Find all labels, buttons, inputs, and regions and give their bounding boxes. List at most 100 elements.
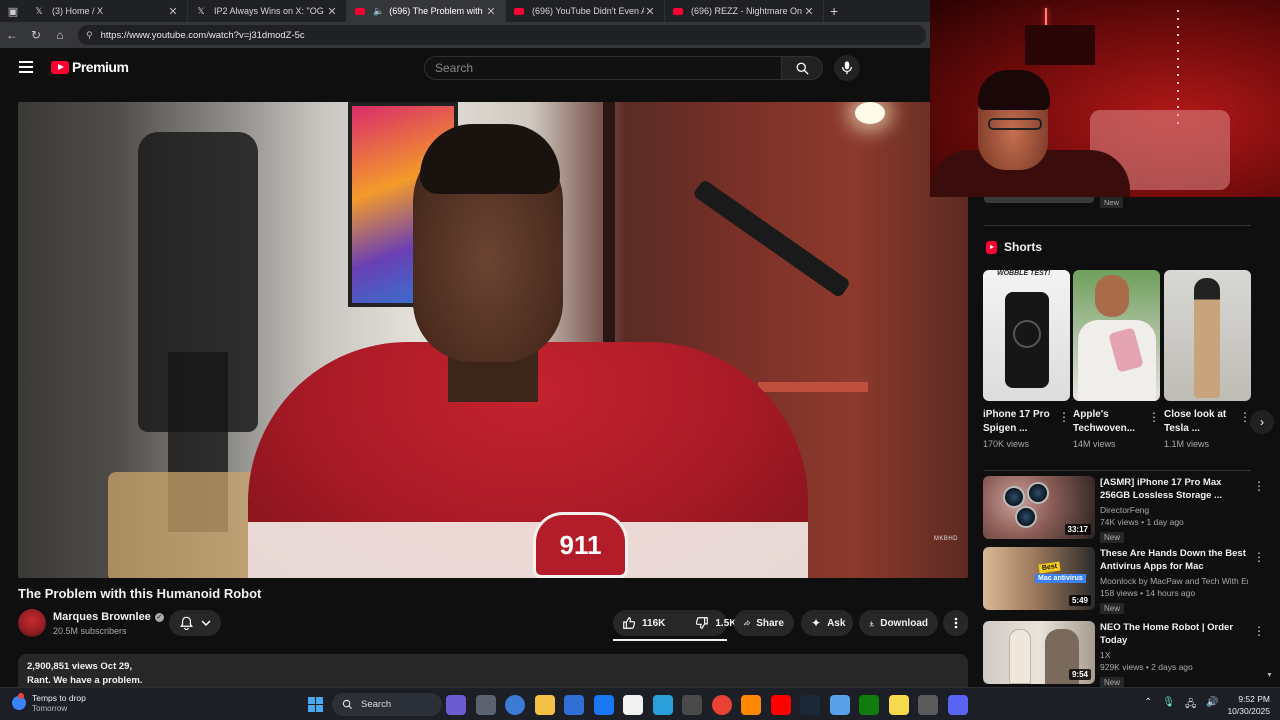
duration-badge: 9:54	[1068, 669, 1091, 680]
home-icon[interactable]: ⌂	[48, 28, 72, 42]
file-explorer-icon[interactable]	[534, 695, 555, 715]
store-icon[interactable]	[564, 695, 584, 715]
settings-icon[interactable]	[829, 695, 850, 715]
xbox-icon[interactable]	[859, 695, 879, 715]
menu-icon[interactable]	[19, 61, 33, 73]
duration-badge: 33:17	[1064, 524, 1091, 535]
short-title[interactable]: iPhone 17 Pro Spigen ...	[983, 408, 1053, 436]
short-views: 1.1M views	[1164, 439, 1210, 449]
tab-actions-icon[interactable]: ▣	[0, 0, 26, 22]
browser-tab-home-x[interactable]: 𝕏 (3) Home / X ✕	[26, 0, 188, 22]
speaker-icon[interactable]: 🔈	[373, 6, 384, 17]
voice-search-button[interactable]	[834, 55, 860, 81]
close-tab-icon[interactable]: ✕	[167, 5, 179, 18]
video-info: These Are Hands Down the Best Antivirus …	[1100, 547, 1248, 616]
short-item[interactable]: Apple's Techwoven... 14M views ⋮	[1073, 270, 1160, 449]
weather-widget[interactable]: Temps to drop Tomorrow	[12, 693, 86, 713]
edge-icon[interactable]	[652, 695, 673, 715]
obs-icon[interactable]	[918, 695, 938, 715]
short-item[interactable]: Close look at Tesla ... 1.1M views ⋮	[1164, 270, 1251, 449]
duration-badge: 5:49	[1068, 595, 1091, 606]
short-title[interactable]: Apple's Techwoven...	[1073, 408, 1143, 436]
close-tab-icon[interactable]: ✕	[485, 5, 497, 18]
short-thumbnail[interactable]: WOBBLE TEST!	[983, 270, 1070, 401]
logo-text: Premium	[72, 59, 129, 75]
amazon-icon[interactable]	[623, 695, 643, 715]
site-info-icon[interactable]: ⚲	[86, 30, 93, 41]
share-button[interactable]: Share	[734, 610, 794, 636]
search-box[interactable]	[424, 56, 782, 80]
chevron-right-icon[interactable]: ›	[1250, 410, 1274, 434]
recommended-video[interactable]: 33:17 [ASMR] iPhone 17 Pro Max 256GB Los…	[983, 476, 1265, 543]
network-icon[interactable]: 🖧	[1185, 697, 1196, 714]
more-vertical-icon[interactable]: ⋮	[1148, 410, 1160, 424]
discord-icon[interactable]	[947, 695, 968, 715]
vlc-icon[interactable]	[741, 695, 761, 715]
video-player[interactable]: 911 MKBHD	[18, 102, 968, 578]
new-tab-icon[interactable]: +	[830, 3, 838, 19]
search-button[interactable]	[781, 56, 823, 80]
channel-avatar[interactable]	[18, 609, 46, 637]
recommended-video[interactable]: 9:54 NEO The Home Robot | Order Today 1X…	[983, 621, 1265, 687]
taskbar-search[interactable]: Search	[332, 693, 442, 716]
steam-icon[interactable]	[800, 695, 820, 715]
browser-tab-rezz[interactable]: (696) REZZ - Nightmare On Rezz ✕	[665, 0, 824, 22]
calculator-icon[interactable]	[682, 695, 702, 715]
ask-button[interactable]: ✦ Ask	[801, 610, 853, 636]
close-tab-icon[interactable]: ✕	[326, 5, 338, 18]
video-channel[interactable]: Moonlock by MacPaw and Tech With Em...	[1100, 576, 1248, 586]
more-vertical-icon[interactable]: ⋮	[1253, 479, 1265, 493]
browser-tab-youtube-ask[interactable]: (696) YouTube Didn't Even Ask F ✕	[506, 0, 665, 22]
short-thumbnail[interactable]	[1164, 270, 1251, 401]
scroll-down-icon[interactable]: ▼	[1266, 672, 1273, 679]
short-item[interactable]: WOBBLE TEST! iPhone 17 Pro Spigen ... 17…	[983, 270, 1070, 449]
short-thumbnail[interactable]	[1073, 270, 1160, 401]
tab-title: IP2 Always Wins on X: "OG Geeze	[214, 6, 326, 16]
download-button[interactable]: Download	[859, 610, 938, 636]
microphone-icon[interactable]: 🎙	[1162, 697, 1175, 714]
youtube-header: Premium	[0, 48, 968, 88]
more-vertical-icon[interactable]: ⋮	[1058, 410, 1070, 424]
windows-start-icon[interactable]	[308, 697, 323, 712]
video-title[interactable]: [ASMR] iPhone 17 Pro Max 256GB Lossless …	[1100, 476, 1248, 502]
video-title[interactable]: These Are Hands Down the Best Antivirus …	[1100, 547, 1248, 573]
short-title[interactable]: Close look at Tesla ...	[1164, 408, 1234, 436]
copilot-icon[interactable]	[446, 695, 466, 715]
url-field[interactable]: ⚲ https://www.youtube.com/watch?v=j31dmo…	[78, 25, 926, 45]
video-thumbnail[interactable]: Best Mac antivirus 5:49	[983, 547, 1095, 610]
video-channel[interactable]: DirectorFeng	[1100, 505, 1248, 515]
browser-tab-ip2[interactable]: 𝕏 IP2 Always Wins on X: "OG Geeze ✕	[188, 0, 347, 22]
youtube-premium-logo[interactable]: Premium	[51, 59, 129, 75]
verified-check-icon: ✓	[154, 612, 164, 622]
video-meta: 74K views • 1 day ago	[1100, 517, 1184, 527]
close-tab-icon[interactable]: ✕	[644, 5, 656, 18]
chevron-up-icon[interactable]: ⌃	[1144, 697, 1152, 714]
facebook-icon[interactable]	[593, 695, 614, 715]
youtube-app-icon[interactable]	[770, 695, 791, 715]
channel-link[interactable]: Marques Brownlee ✓	[53, 611, 164, 623]
notes-icon[interactable]	[888, 695, 909, 715]
widgets-icon[interactable]	[505, 695, 525, 715]
notification-bell-button[interactable]	[169, 610, 221, 636]
previous-video-thumbnail[interactable]	[984, 197, 1094, 203]
more-vertical-icon[interactable]: ⋮	[1253, 624, 1265, 638]
more-vertical-icon[interactable]: ⋮	[1253, 550, 1265, 564]
video-thumbnail[interactable]: 33:17	[983, 476, 1095, 539]
task-view-icon[interactable]	[475, 695, 496, 715]
recommended-video[interactable]: Best Mac antivirus 5:49 These Are Hands …	[983, 547, 1265, 616]
video-title[interactable]: NEO The Home Robot | Order Today	[1100, 621, 1248, 647]
like-button[interactable]: 116K	[613, 610, 674, 636]
reload-icon[interactable]: ↻	[24, 28, 48, 42]
taskbar-clock[interactable]: 9:52 PM 10/30/2025	[1224, 693, 1270, 717]
video-channel[interactable]: 1X	[1100, 650, 1248, 660]
thumbnail-tag: Best	[1038, 561, 1061, 574]
browser-tab-problem-robot[interactable]: 🔈 (696) The Problem with this ✕	[347, 0, 506, 22]
video-thumbnail[interactable]: 9:54	[983, 621, 1095, 684]
back-icon[interactable]: ←	[0, 28, 24, 42]
more-actions-button[interactable]	[943, 610, 969, 636]
volume-icon[interactable]: 🔊	[1206, 697, 1218, 714]
chrome-icon[interactable]	[711, 695, 732, 715]
search-input[interactable]	[435, 61, 781, 75]
close-tab-icon[interactable]: ✕	[803, 5, 815, 18]
chevron-down-icon	[200, 620, 211, 627]
